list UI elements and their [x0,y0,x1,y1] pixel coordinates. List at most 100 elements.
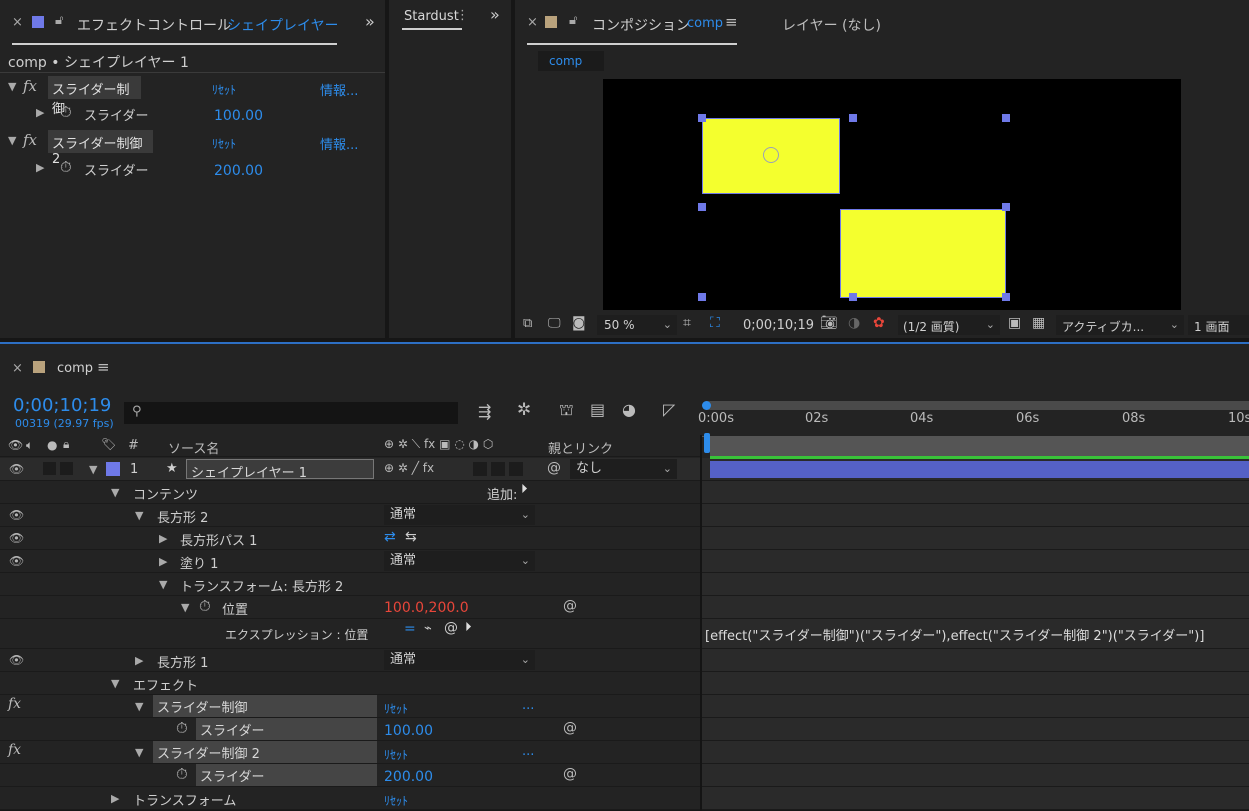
effect-info-link[interactable]: 情報... [320,134,358,153]
grid-guides-icon[interactable]: ⌗ [683,315,691,331]
lock-icon[interactable]: 🔓︎ [55,13,63,28]
audio-header-icon[interactable]: 🔈︎ [26,438,33,453]
expand-toggle[interactable]: ▶ [111,792,119,805]
layer-row[interactable]: 👁︎ ▼ 1 ★ シェイプレイヤー 1 ⊕ ✲ ╱ fx @ なし ⌄ [0,458,700,481]
frame-blending-icon[interactable]: ▤ [590,400,605,419]
motion-blur-icon[interactable]: ◕ [622,400,636,419]
param-expand-toggle[interactable]: ▶ [36,161,44,174]
effect-name[interactable]: スライダー制御 [153,695,377,717]
param-expand-toggle[interactable]: ▶ [36,106,44,119]
zoom-select[interactable]: 50 % ⌄ [597,315,677,335]
parent-link-header[interactable]: 親とリンク [548,438,613,457]
source-name-header[interactable]: ソース名 [168,438,219,457]
position-x-value[interactable]: 100.0 [384,600,424,616]
stopwatch-icon[interactable]: ⏱︎ [60,158,72,176]
add-menu-icon[interactable]: ⏵ [521,482,528,497]
effect-more-link[interactable]: ... [522,698,534,713]
shape-rectangle-2[interactable] [840,209,1006,298]
close-icon[interactable]: × [12,15,23,30]
stopwatch-icon[interactable]: ⏱︎ [60,103,72,121]
fill-blend-mode-select[interactable]: 通常 ⌄ [384,551,535,571]
effect-name[interactable]: スライダー制御 2 [153,741,377,763]
bounding-handle[interactable] [1002,203,1010,211]
lock-header-icon[interactable]: 🔒︎ [63,437,69,452]
expression-language-menu-icon[interactable]: ⏵ [465,620,472,635]
transform-reset-link[interactable]: ﾘｾｯﾄ [384,792,408,809]
panel-menu-icon[interactable]: ≡ [725,13,738,31]
effect-more-link[interactable]: ... [522,744,534,759]
solo-toggle[interactable] [60,462,73,475]
expression-graph-icon[interactable]: ⌁ [424,621,432,636]
effect-info-link[interactable]: 情報... [320,80,358,99]
expand-toggle[interactable]: ▼ [111,677,119,690]
bounding-handle[interactable] [1002,114,1010,122]
path-direction-reverse-icon[interactable]: ⇆ [405,529,417,545]
layer-switches-icons[interactable]: ⊕ ✲ ╱ fx [384,461,434,475]
eye-icon[interactable]: 👁︎ [9,531,24,545]
slider-param-row[interactable]: ⏱︎ スライダー 100.00 @ [0,718,700,741]
pickwhip-icon[interactable]: @ [563,598,577,614]
expression-pickwhip-icon[interactable]: @ [444,620,458,636]
layer-duration-bar[interactable] [710,461,1249,478]
stopwatch-icon[interactable]: ⏱︎ [176,765,188,783]
expand-toggle[interactable]: ▼ [135,509,143,522]
param-value[interactable]: 100.00 [384,723,433,739]
expand-toggle[interactable]: ▼ [159,578,167,591]
solo-header-icon[interactable]: ● [47,438,57,452]
layer-expand-toggle[interactable]: ▼ [89,463,97,476]
close-icon[interactable]: × [12,361,23,376]
effect-reset-link[interactable]: ﾘｾｯﾄ [384,746,408,763]
effect-name[interactable]: スライダー制御 [48,76,141,117]
fill-row[interactable]: 👁︎ ▶ 塗り 1 通常 ⌄ [0,550,700,573]
fx-icon[interactable]: fx [8,696,21,712]
switch-box[interactable] [491,462,505,476]
rect-path-row[interactable]: 👁︎ ▶ 長方形パス 1 ⇄ ⇆ [0,527,700,550]
expand-toggle[interactable]: ▶ [159,555,167,568]
effect-reset-link[interactable]: ﾘｾｯﾄ [384,700,408,717]
bounding-handle[interactable] [1002,293,1010,301]
always-preview-icon[interactable]: ⧉ [523,316,532,331]
bounding-handle[interactable] [698,293,706,301]
timeline-current-time[interactable]: 0;00;10;19 [13,395,111,416]
blend-mode-select[interactable]: 通常 ⌄ [384,650,535,670]
pickwhip-icon[interactable]: @ [547,460,561,476]
lock-icon[interactable]: 🔓︎ [569,13,577,28]
switch-box[interactable] [509,462,523,476]
anchor-point-icon[interactable] [763,147,779,163]
effects-group-row[interactable]: ▼ エフェクト [0,672,700,695]
position-y-value[interactable]: 200.0 [429,600,469,616]
snapshot-icon[interactable]: 📷︎ [820,315,838,331]
stopwatch-icon[interactable]: ⏱︎ [176,719,188,737]
transform-row[interactable]: ▶ トランスフォーム ﾘｾｯﾄ [0,787,700,810]
effect-reset-link[interactable]: ﾘｾｯﾄ [212,81,236,98]
expand-toggle[interactable]: ▼ [111,486,119,499]
views-select[interactable]: 1 画面 [1188,315,1249,335]
graph-editor-icon[interactable]: ◸ [663,400,675,419]
fx-icon[interactable]: fx [8,742,21,758]
resolution-select[interactable]: (1/2 画質) ⌄ [898,315,1000,335]
expression-enable-icon[interactable]: = [404,621,416,637]
stardust-tab[interactable]: Stardust [404,9,459,24]
contents-group-row[interactable]: ▼ コンテンツ 追加: ⏵ [0,481,700,504]
shy-layers-icon[interactable]: ⛫ [559,400,574,421]
eye-icon[interactable]: 👁︎ [9,554,24,568]
slider-param-row[interactable]: ⏱︎ スライダー 200.00 @ [0,764,700,787]
layer-label-swatch[interactable] [106,462,120,476]
bounding-handle[interactable] [849,114,857,122]
eye-icon[interactable]: 👁︎ [9,462,24,476]
bounding-handle[interactable] [698,203,706,211]
parent-select[interactable]: なし ⌄ [570,459,677,479]
position-row[interactable]: ▼ ⏱︎ 位置 100.0,200.0 @ [0,596,700,619]
switch-box[interactable] [473,462,487,476]
pickwhip-icon[interactable]: @ [563,720,577,736]
stopwatch-icon[interactable]: ⏱︎ [199,597,211,615]
draft-3d-icon[interactable]: ✲ [517,400,531,420]
timeline-tab-name[interactable]: comp [57,361,93,376]
slider-effect-row[interactable]: fx ▼ スライダー制御 2 ﾘｾｯﾄ ... [0,741,700,764]
composition-viewer[interactable] [603,79,1181,310]
expand-toggle[interactable]: ▶ [159,532,167,545]
panel-overflow-icon[interactable]: » [365,12,375,31]
current-time[interactable]: 0;00;10;19 [743,318,814,333]
audio-toggle[interactable] [43,462,56,475]
vr-icon[interactable]: ◙ [572,315,586,331]
